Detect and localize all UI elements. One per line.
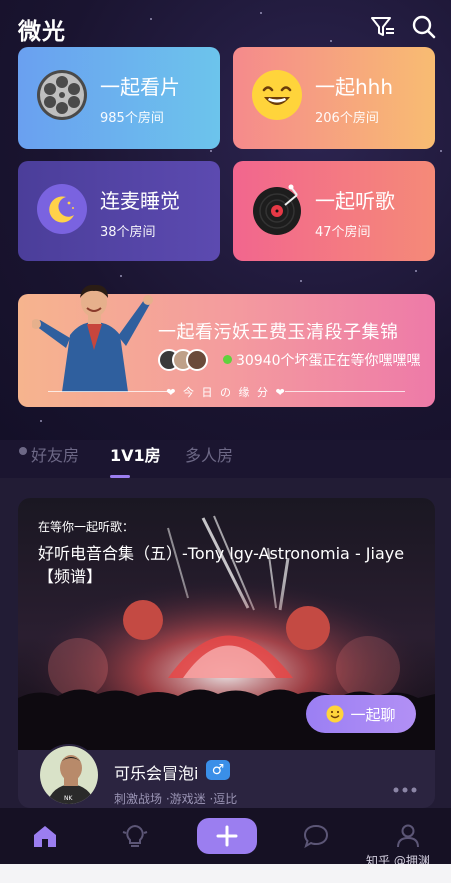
lightbulb-icon[interactable] (121, 822, 149, 850)
male-gender-badge: ♂ (206, 760, 230, 780)
online-indicator (223, 355, 232, 364)
category-title: 一起hhh (315, 75, 394, 99)
room-card[interactable]: 在等你一起听歌： 好听电音合集（五）-Tony lgy-Astronomia -… (18, 498, 435, 808)
avatar (186, 349, 208, 371)
category-room-count: 47个房间 (315, 225, 371, 240)
category-card-movie[interactable]: 一起看片 985个房间 (18, 47, 220, 149)
category-card-music[interactable]: 一起听歌 47个房间 (233, 161, 435, 261)
banner-avatar-group (158, 349, 214, 371)
moon-stars-icon (37, 184, 87, 234)
home-icon[interactable] (31, 822, 59, 850)
category-title: 连麦睡觉 (100, 189, 180, 213)
banner-footer: ❤ 今 日 の 缘 分 ❤ (166, 386, 287, 399)
room-type-tabs: 好友房 1V1房 多人房 (0, 436, 451, 478)
online-count: 30940个坏蛋正在等你嘿嘿嘿 (236, 353, 421, 369)
system-navigation-bar (0, 864, 451, 883)
vinyl-record-icon (253, 184, 301, 235)
user-tags: 刺激战场 ·游戏迷 ·逗比 (114, 792, 238, 806)
chat-button-label: 一起聊 (350, 705, 396, 724)
create-room-button[interactable] (197, 818, 257, 854)
active-tab-indicator (110, 475, 130, 478)
smile-emoji-icon (326, 705, 344, 723)
chat-together-button[interactable]: 一起聊 (306, 695, 416, 733)
room-status-label: 在等你一起听歌： (38, 520, 135, 534)
chat-bubble-icon[interactable] (302, 822, 330, 850)
filter-icon[interactable] (370, 14, 396, 40)
more-options-icon[interactable] (392, 786, 418, 794)
male-icon: ♂ (211, 762, 225, 778)
category-card-hhh[interactable]: 一起hhh 206个房间 (233, 47, 435, 149)
category-title: 一起听歌 (315, 189, 395, 213)
svg-text:NK: NK (64, 795, 73, 802)
category-room-count: 985个房间 (100, 111, 164, 126)
featured-room-banner[interactable]: 一起看污妖王费玉清段子集锦 30940个坏蛋正在等你嘿嘿嘿 ❤ 今 日 の 缘 … (18, 284, 435, 407)
search-icon[interactable] (411, 14, 437, 40)
tab-multi[interactable]: 多人房 (185, 442, 233, 466)
category-card-sleep[interactable]: 连麦睡觉 38个房间 (18, 161, 220, 261)
category-room-count: 206个房间 (315, 111, 379, 126)
film-reel-icon (37, 70, 87, 120)
user-name: 可乐会冒泡i (114, 764, 199, 783)
laughing-emoji-icon (252, 70, 302, 120)
tab-1v1[interactable]: 1V1房 (110, 442, 161, 466)
tab-friends[interactable]: 好友房 (31, 442, 79, 466)
room-song-title: 好听电音合集（五）-Tony lgy-Astronomia - Jiaye【频谱… (38, 544, 405, 586)
banner-title: 一起看污妖王费玉清段子集锦 (158, 322, 399, 343)
singer-illustration (32, 284, 153, 392)
app-title: 微光 (18, 19, 66, 45)
category-title: 一起看片 (100, 75, 180, 99)
avatar[interactable]: NK (38, 744, 100, 806)
category-room-count: 38个房间 (100, 225, 156, 240)
profile-icon[interactable] (394, 822, 422, 850)
user-photo: NK (40, 746, 98, 804)
plus-icon (216, 825, 238, 847)
